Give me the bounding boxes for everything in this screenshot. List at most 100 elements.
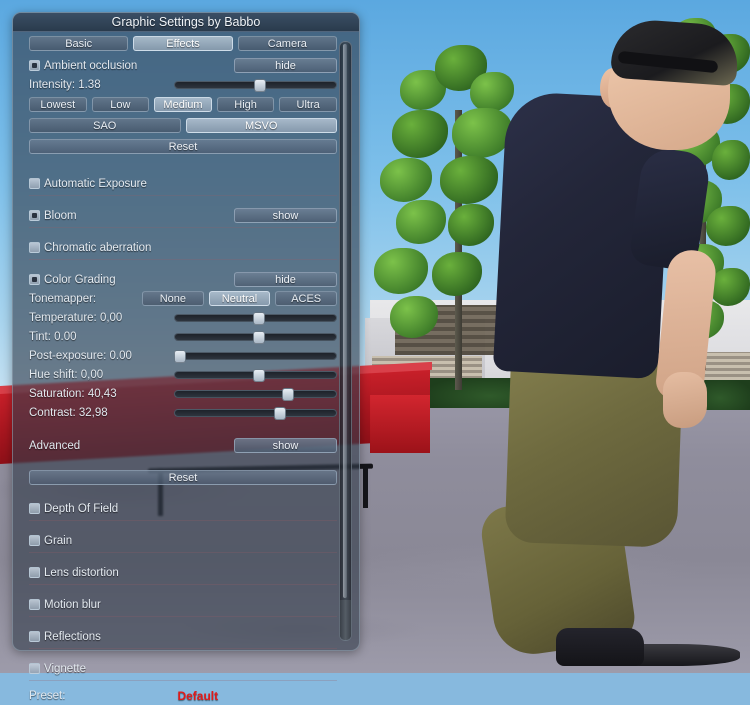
color-grading-reset-button[interactable]: Reset bbox=[29, 470, 337, 485]
reflections-checkbox[interactable]: Reflections bbox=[29, 631, 101, 643]
rail-leg bbox=[363, 464, 368, 508]
contrast-slider[interactable] bbox=[174, 406, 337, 420]
ao-method-msvo[interactable]: MSVO bbox=[185, 118, 337, 133]
divider bbox=[29, 648, 337, 649]
motion-blur-checkbox[interactable]: Motion blur bbox=[29, 599, 101, 611]
grain-checkbox[interactable]: Grain bbox=[29, 535, 72, 547]
bloom-checkbox[interactable]: Bloom bbox=[29, 210, 77, 222]
automatic-exposure-checkbox[interactable]: Automatic Exposure bbox=[29, 178, 147, 190]
ambient-occlusion-hide-button[interactable]: hide bbox=[234, 58, 337, 73]
panel-body: Basic Effects Camera Ambient occlusion h… bbox=[13, 32, 359, 703]
ao-quality-row: Lowest Low Medium High Ultra bbox=[29, 97, 337, 112]
temperature-label: Temperature: 0,00 bbox=[29, 311, 123, 324]
automatic-exposure-label: Automatic Exposure bbox=[44, 177, 147, 190]
contrast-label: Contrast: 32,98 bbox=[29, 406, 108, 419]
tint-slider-thumb[interactable] bbox=[252, 330, 265, 344]
divider bbox=[29, 552, 337, 553]
tonemapper-label: Tonemapper: bbox=[29, 292, 97, 305]
checkbox-box-icon bbox=[29, 178, 40, 189]
lens-distortion-label: Lens distortion bbox=[44, 566, 119, 579]
ambient-occlusion-checkbox[interactable]: Ambient occlusion bbox=[29, 60, 137, 72]
ao-quality-lowest[interactable]: Lowest bbox=[29, 97, 87, 112]
grain-label: Grain bbox=[44, 534, 73, 547]
tint-row: Tint: 0.00 bbox=[29, 328, 337, 345]
temperature-slider[interactable] bbox=[174, 311, 337, 325]
motion-blur-row: Motion blur bbox=[29, 596, 337, 613]
color-grading-hide-button[interactable]: hide bbox=[234, 272, 337, 287]
saturation-label: Saturation: 40,43 bbox=[29, 387, 117, 400]
preset-value[interactable]: Default bbox=[177, 689, 218, 703]
grain-row: Grain bbox=[29, 532, 337, 549]
bloom-row: Bloom show bbox=[29, 207, 337, 224]
tonemapper-row: Tonemapper: None Neutral ACES bbox=[29, 290, 338, 307]
color-grading-checkbox[interactable]: Color Grading bbox=[29, 274, 116, 286]
tab-effects[interactable]: Effects bbox=[133, 36, 233, 51]
checkbox-box-icon bbox=[29, 535, 40, 546]
preset-row: Preset: Default bbox=[29, 687, 337, 705]
tonemapper-neutral[interactable]: Neutral bbox=[208, 291, 271, 306]
panel-scrollbar[interactable] bbox=[339, 41, 352, 641]
panel-title: Graphic Settings by Babbo bbox=[13, 13, 359, 32]
ao-intensity-slider-thumb[interactable] bbox=[254, 78, 267, 92]
ao-intensity-row: Intensity: 1.38 bbox=[29, 76, 337, 93]
divider bbox=[29, 520, 337, 521]
scrollbar-thumb[interactable] bbox=[340, 600, 351, 640]
contrast-row: Contrast: 32,98 bbox=[29, 404, 337, 421]
bloom-label: Bloom bbox=[44, 209, 77, 222]
post-exposure-slider[interactable] bbox=[173, 349, 337, 363]
depth-of-field-label: Depth Of Field bbox=[44, 502, 119, 515]
tab-camera[interactable]: Camera bbox=[237, 36, 337, 51]
ao-method-sao[interactable]: SAO bbox=[29, 118, 181, 133]
checkbox-box-icon bbox=[29, 274, 40, 285]
lens-distortion-row: Lens distortion bbox=[29, 564, 337, 581]
divider bbox=[29, 227, 337, 228]
motion-blur-label: Motion blur bbox=[44, 598, 101, 611]
lens-distortion-checkbox[interactable]: Lens distortion bbox=[29, 567, 119, 579]
chromatic-aberration-checkbox[interactable]: Chromatic aberration bbox=[29, 242, 151, 254]
hue-shift-slider-thumb[interactable] bbox=[252, 368, 265, 382]
saturation-slider[interactable] bbox=[174, 387, 337, 401]
bloom-show-button[interactable]: show bbox=[234, 208, 337, 223]
checkbox-box-icon bbox=[29, 599, 40, 610]
hue-shift-label: Hue shift: 0,00 bbox=[29, 368, 104, 381]
ambient-occlusion-row: Ambient occlusion hide bbox=[29, 57, 337, 74]
ao-quality-high[interactable]: High bbox=[216, 97, 275, 112]
divider bbox=[29, 259, 337, 260]
red-wall-right bbox=[370, 395, 430, 453]
contrast-slider-thumb[interactable] bbox=[273, 406, 286, 420]
post-exposure-slider-thumb[interactable] bbox=[173, 349, 186, 363]
ao-quality-low[interactable]: Low bbox=[91, 97, 150, 112]
tab-bar: Basic Effects Camera bbox=[29, 36, 337, 51]
color-grading-label: Color Grading bbox=[44, 273, 116, 286]
hue-shift-slider[interactable] bbox=[174, 368, 337, 382]
divider bbox=[29, 680, 337, 681]
tonemapper-none[interactable]: None bbox=[142, 291, 204, 306]
checkbox-box-icon bbox=[29, 503, 40, 514]
color-grading-row: Color Grading hide bbox=[29, 271, 337, 288]
scrollbar-track bbox=[343, 44, 347, 598]
ao-quality-medium[interactable]: Medium bbox=[154, 97, 212, 112]
preset-label: Preset: bbox=[29, 690, 66, 702]
depth-of-field-row: Depth Of Field bbox=[29, 500, 337, 517]
vignette-row: Vignette bbox=[29, 660, 337, 677]
ao-reset-button[interactable]: Reset bbox=[29, 139, 337, 154]
ao-quality-ultra[interactable]: Ultra bbox=[279, 97, 337, 112]
checkbox-box-icon bbox=[29, 567, 40, 578]
automatic-exposure-row: Automatic Exposure bbox=[29, 175, 337, 192]
advanced-label: Advanced bbox=[29, 439, 81, 452]
reflections-row: Reflections bbox=[29, 628, 337, 645]
chromatic-aberration-row: Chromatic aberration bbox=[29, 239, 337, 256]
advanced-show-button[interactable]: show bbox=[234, 438, 337, 453]
checkbox-box-icon bbox=[29, 631, 40, 642]
tab-basic[interactable]: Basic bbox=[29, 36, 129, 51]
reflections-label: Reflections bbox=[44, 630, 101, 643]
saturation-slider-thumb[interactable] bbox=[281, 387, 294, 401]
temperature-slider-thumb[interactable] bbox=[252, 311, 265, 325]
depth-of-field-checkbox[interactable]: Depth Of Field bbox=[29, 503, 118, 515]
tonemapper-aces[interactable]: ACES bbox=[275, 291, 338, 306]
ao-intensity-slider[interactable] bbox=[174, 78, 337, 92]
checkbox-box-icon bbox=[29, 663, 40, 674]
hue-shift-row: Hue shift: 0,00 bbox=[29, 366, 337, 383]
divider bbox=[29, 195, 337, 196]
tint-slider[interactable] bbox=[174, 330, 337, 344]
